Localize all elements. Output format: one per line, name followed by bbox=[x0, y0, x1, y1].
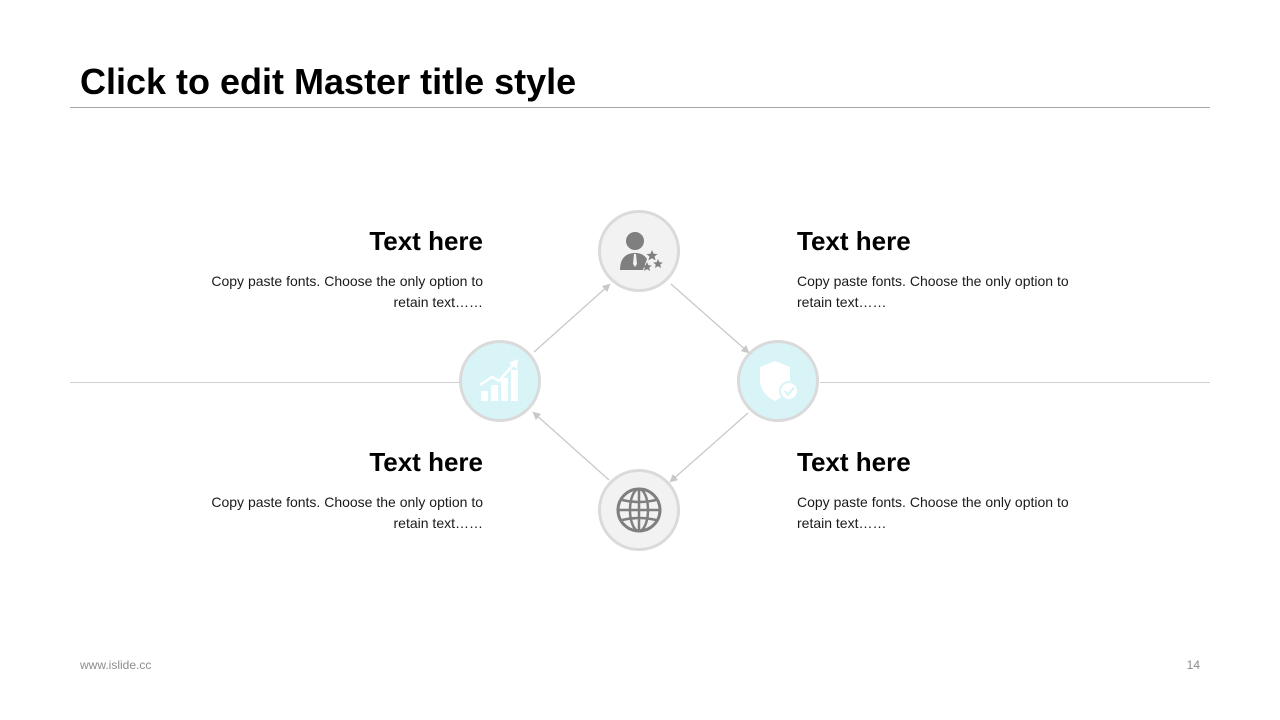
cycle-node-top[interactable] bbox=[598, 210, 680, 292]
text-block-bottom-right: Text here Copy paste fonts. Choose the o… bbox=[797, 445, 1087, 534]
globe-icon bbox=[616, 487, 662, 533]
block-body[interactable]: Copy paste fonts. Choose the only option… bbox=[797, 492, 1087, 534]
cycle-node-left[interactable] bbox=[459, 340, 541, 422]
cycle-node-bottom[interactable] bbox=[598, 469, 680, 551]
arrow-bottom-to-left bbox=[532, 411, 610, 481]
shield-check-icon bbox=[760, 361, 799, 401]
growth-chart-icon bbox=[479, 359, 518, 401]
cycle-node-right[interactable] bbox=[737, 340, 819, 422]
arrow-right-to-bottom bbox=[669, 412, 749, 483]
block-heading[interactable]: Text here bbox=[193, 224, 483, 258]
block-heading[interactable]: Text here bbox=[797, 224, 1087, 258]
text-block-bottom-left: Text here Copy paste fonts. Choose the o… bbox=[193, 445, 483, 534]
block-heading[interactable]: Text here bbox=[193, 445, 483, 479]
block-body[interactable]: Copy paste fonts. Choose the only option… bbox=[193, 492, 483, 534]
footer-url: www.islide.cc bbox=[80, 658, 152, 672]
cycle-connectors bbox=[532, 283, 750, 483]
page-number: 14 bbox=[1186, 658, 1200, 672]
text-block-top-right: Text here Copy paste fonts. Choose the o… bbox=[797, 224, 1087, 313]
text-block-top-left: Text here Copy paste fonts. Choose the o… bbox=[193, 224, 483, 313]
block-heading[interactable]: Text here bbox=[797, 445, 1087, 479]
user-stars-icon bbox=[620, 232, 663, 271]
block-body[interactable]: Copy paste fonts. Choose the only option… bbox=[797, 271, 1087, 313]
arrow-top-to-right bbox=[670, 283, 750, 354]
arrow-left-to-top bbox=[533, 283, 611, 353]
block-body[interactable]: Copy paste fonts. Choose the only option… bbox=[193, 271, 483, 313]
